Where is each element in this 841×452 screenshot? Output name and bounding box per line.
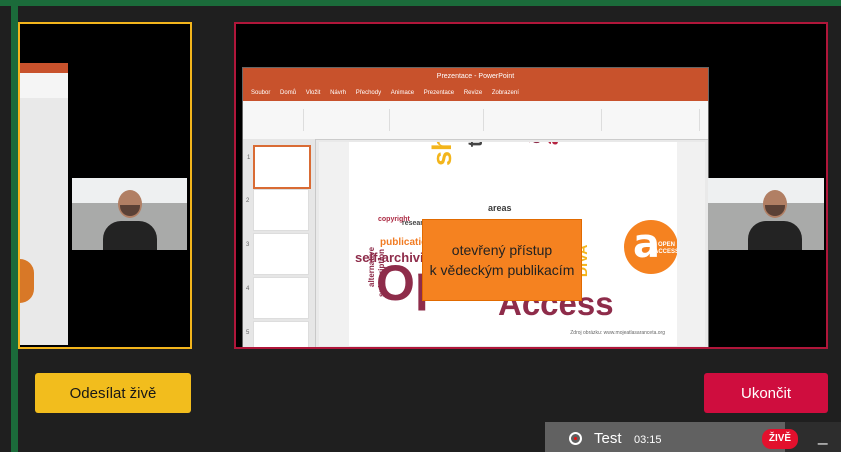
slide-thumbnail: 4 [246, 277, 309, 319]
ribbon-group [309, 109, 390, 131]
live-badge: ŽIVĚ [762, 429, 798, 449]
slide-title-line-1: otevřený přístup [451, 242, 553, 258]
broadcast-status-bar: Test 03:15 ŽIVĚ _ [545, 422, 841, 452]
record-icon [569, 432, 582, 445]
ribbon-tab: Návrh [330, 90, 347, 96]
wordcloud-word: articles [542, 142, 563, 145]
slide-thumbnail: 2 [246, 189, 309, 231]
slide-title-line-2: k vědeckým publikacím [429, 262, 575, 278]
slide-title-box: otevřený přístup k vědeckým publikacím [422, 219, 582, 301]
window-border-left [11, 0, 18, 452]
powerpoint-window: Prezentace - PowerPoint Soubor Domů Vlož… [242, 67, 709, 347]
image-source: Zdroj obrázku: www.mojeatlasaranceta.org [570, 330, 665, 336]
preview-camera-video [72, 178, 187, 250]
ribbon-group [251, 109, 304, 131]
wordcloud-word: subscription [377, 248, 386, 297]
ribbon-tab: Zobrazení [491, 90, 519, 96]
current-slide: shing thors als articles areas copyright… [349, 142, 677, 346]
ribbon-tabs: Soubor Domů Vložit Návrh Přechody Animac… [243, 86, 708, 101]
ribbon-tab: Prezentace [423, 90, 455, 96]
minimize-button[interactable]: _ [818, 426, 827, 446]
open-access-logo: a OPEN ACCESS [624, 220, 677, 274]
slide-area: shing thors als articles areas copyright… [319, 142, 705, 346]
live-panel[interactable]: Prezentace - PowerPoint Soubor Domů Vlož… [234, 22, 828, 349]
end-live-button[interactable]: Ukončit [704, 373, 828, 413]
ribbon-tab: Vložit [305, 90, 321, 96]
ribbon [243, 101, 708, 140]
slide-thumbnail: 5 [246, 321, 309, 347]
ribbon-tab: Přechody [355, 90, 382, 96]
slide-thumbnail: 3 [246, 233, 309, 275]
window-border-top [0, 0, 841, 6]
ribbon-group [607, 109, 700, 131]
wordcloud-word: areas [488, 203, 512, 213]
preview-panel[interactable] [18, 22, 192, 349]
ribbon-tab: Domů [280, 90, 297, 96]
wordcloud-word: shing [427, 142, 458, 166]
broadcast-title: Test [594, 430, 622, 447]
window-title: Prezentace - PowerPoint [243, 68, 708, 86]
live-camera-video [708, 178, 824, 250]
ribbon-tab: Animace [390, 90, 415, 96]
ribbon-tab: Revize [463, 90, 483, 96]
ribbon-group [489, 109, 602, 131]
slide-thumbnail: 1 [247, 145, 311, 189]
slide-thumbnails: 1 2 3 4 5 [243, 139, 316, 347]
preview-slide-fragment [20, 63, 68, 345]
wordcloud-word: alternative [367, 246, 376, 287]
broadcast-timer: 03:15 [634, 434, 662, 446]
ribbon-group [395, 109, 484, 131]
send-live-button[interactable]: Odesílat živě [35, 373, 191, 413]
wordcloud-word: thors [465, 142, 488, 147]
ribbon-tab: Soubor [251, 90, 271, 96]
